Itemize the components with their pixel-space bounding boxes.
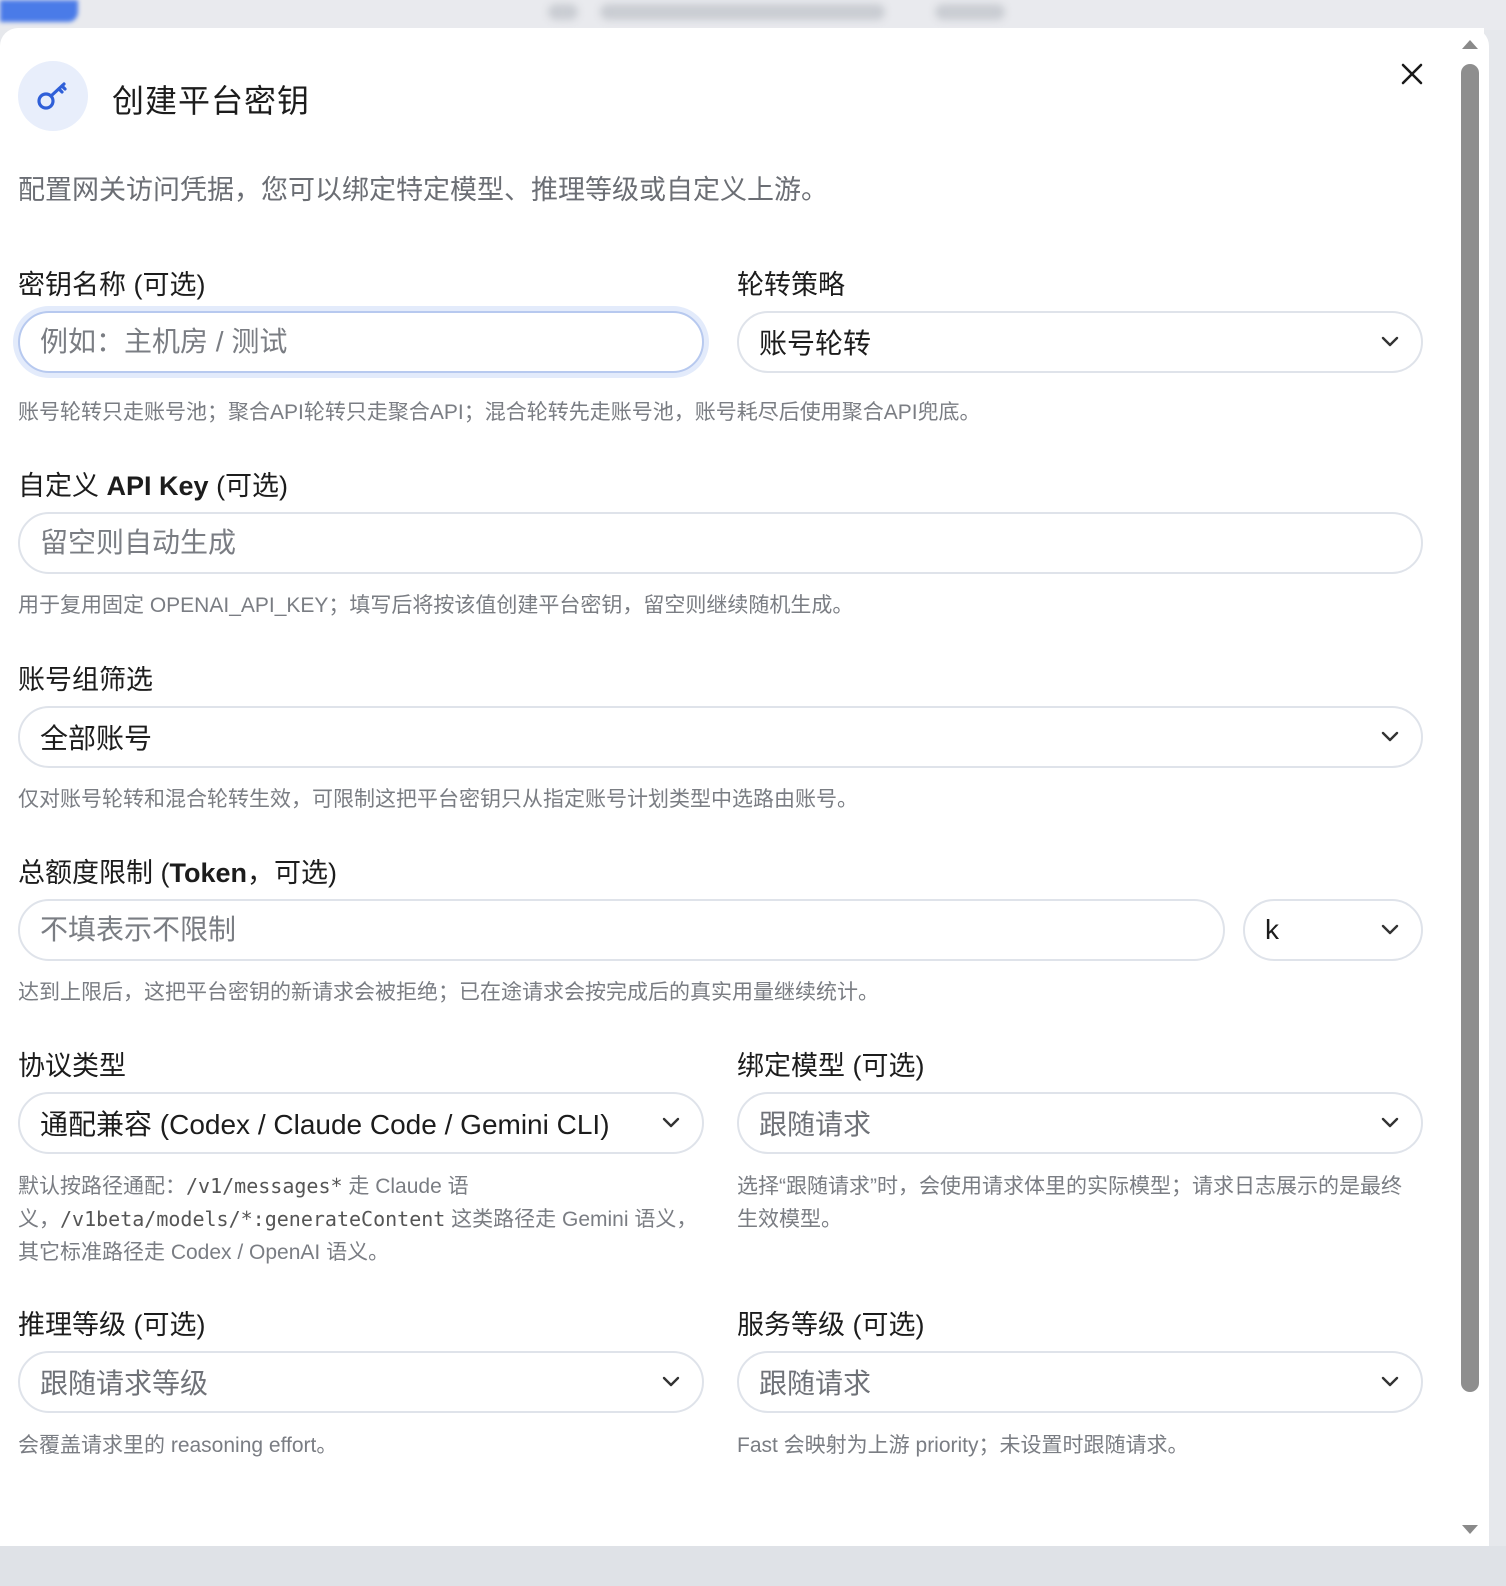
- background-blur: [548, 4, 578, 20]
- custom-api-key-label: 自定义 API Key (可选): [18, 471, 289, 501]
- bound-model-label: 绑定模型 (可选): [737, 1051, 925, 1081]
- chevron-down-icon: [1381, 1117, 1399, 1128]
- chevron-down-icon: [662, 1117, 680, 1128]
- account-group-value: 全部账号: [40, 723, 153, 754]
- reasoning-level-value: 跟随请求等级: [40, 1368, 209, 1399]
- key-name-field[interactable]: [18, 311, 704, 373]
- reasoning-level-hint: 会覆盖请求里的 reasoning effort。: [18, 1434, 338, 1457]
- service-tier-value: 跟随请求: [759, 1368, 872, 1399]
- background-blur: [935, 4, 1005, 20]
- quota-field[interactable]: [18, 899, 1225, 961]
- quota-unit-value: k: [1265, 914, 1279, 945]
- protocol-hint: 默认按路径通配：/v1/messages* 走 Claude 语 义，/v1be…: [18, 1174, 698, 1264]
- rotation-hint: 账号轮转只走账号池；聚合API轮转只走聚合API；混合轮转先走账号池，账号耗尽后…: [18, 401, 981, 424]
- key-icon: [18, 61, 88, 131]
- reasoning-level-label: 推理等级 (可选): [18, 1310, 206, 1340]
- dialog-title: 创建平台密钥: [112, 83, 311, 119]
- code-path: /v1/messages*: [186, 1174, 343, 1198]
- custom-api-key-input[interactable]: [40, 527, 1421, 559]
- account-group-label: 账号组筛选: [18, 665, 153, 695]
- reasoning-level-select[interactable]: 跟随请求等级: [18, 1351, 704, 1413]
- bound-model-hint: 选择“跟随请求”时，会使用请求体里的实际模型；请求日志展示的是最终生效模型。: [737, 1175, 1402, 1231]
- dialog-description: 配置网关访问凭据，您可以绑定特定模型、推理等级或自定义上游。: [18, 175, 828, 205]
- chevron-down-icon: [1381, 924, 1399, 935]
- custom-api-key-field[interactable]: [18, 512, 1423, 574]
- quota-unit-select[interactable]: k: [1243, 899, 1423, 961]
- chevron-down-icon: [1381, 1376, 1399, 1387]
- service-tier-select[interactable]: 跟随请求: [737, 1351, 1423, 1413]
- key-name-input[interactable]: [40, 326, 702, 358]
- quota-label: 总额度限制 (Token，可选): [18, 858, 338, 888]
- chevron-down-icon: [662, 1376, 680, 1387]
- custom-api-key-hint: 用于复用固定 OPENAI_API_KEY；填写后将按该值创建平台密钥，留空则继…: [18, 594, 854, 617]
- chevron-down-icon: [1381, 336, 1399, 347]
- protocol-select[interactable]: 通配兼容 (Codex / Claude Code / Gemini CLI): [18, 1092, 704, 1154]
- rotation-strategy-select[interactable]: 账号轮转: [737, 311, 1423, 373]
- chevron-down-icon: [1381, 731, 1399, 742]
- protocol-label: 协议类型: [18, 1051, 126, 1081]
- rotation-strategy-value: 账号轮转: [759, 328, 872, 359]
- account-group-select[interactable]: 全部账号: [18, 706, 1423, 768]
- scrollbar-thumb[interactable]: [1461, 64, 1479, 1392]
- code-path: /v1beta/models/*:generateContent: [60, 1207, 446, 1231]
- bound-model-select[interactable]: 跟随请求: [737, 1092, 1423, 1154]
- scroll-up-arrow-icon[interactable]: [1462, 40, 1478, 49]
- background-app-button: [0, 0, 78, 22]
- protocol-value: 通配兼容 (Codex / Claude Code / Gemini CLI): [40, 1109, 610, 1140]
- rotation-strategy-label: 轮转策略: [737, 270, 845, 300]
- scroll-down-arrow-icon[interactable]: [1462, 1525, 1478, 1534]
- background-blur: [600, 4, 885, 20]
- service-tier-label: 服务等级 (可选): [737, 1310, 925, 1340]
- account-group-hint: 仅对账号轮转和混合轮转生效，可限制这把平台密钥只从指定账号计划类型中选路由账号。: [18, 788, 858, 811]
- create-platform-key-dialog: 创建平台密钥 配置网关访问凭据，您可以绑定特定模型、推理等级或自定义上游。 密钥…: [0, 28, 1489, 1546]
- quota-input[interactable]: [40, 914, 1223, 946]
- background-bottom-strip: [0, 1546, 1506, 1586]
- close-icon[interactable]: [1396, 58, 1428, 90]
- bound-model-value: 跟随请求: [759, 1109, 872, 1140]
- service-tier-hint: Fast 会映射为上游 priority；未设置时跟随请求。: [737, 1434, 1189, 1457]
- key-name-label: 密钥名称 (可选): [18, 270, 206, 300]
- quota-hint: 达到上限后，这把平台密钥的新请求会被拒绝；已在途请求会按完成后的真实用量继续统计…: [18, 981, 879, 1004]
